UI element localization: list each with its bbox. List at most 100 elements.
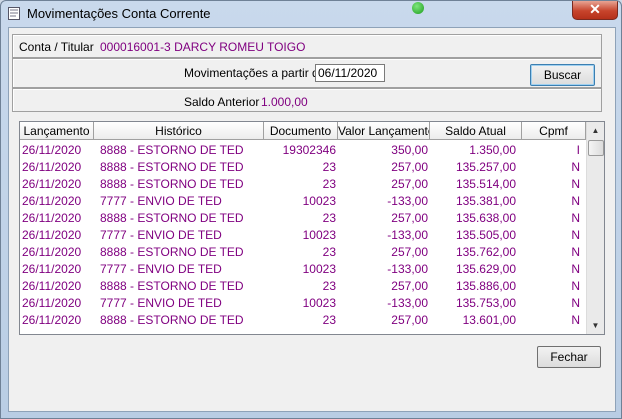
cell-historico: 8888 - ESTORNO DE TED: [100, 160, 244, 174]
grid-header: Lançamento Histórico Documento Valor Lan…: [20, 122, 586, 141]
cell-historico: 7777 - ENVIO DE TED: [100, 296, 222, 310]
cell-saldo: 135.629,00: [455, 262, 516, 276]
col-header-historico[interactable]: Histórico: [94, 122, 264, 140]
window: Movimentações Conta Corrente ✕ Conta / T…: [0, 0, 622, 419]
table-row[interactable]: 26/11/2020 8888 - ESTORNO DE TED 19302346 3…: [20, 142, 586, 159]
col-header-documento[interactable]: Documento: [264, 122, 338, 140]
cell-documento: 23: [322, 177, 336, 191]
cell-saldo: 135.257,00: [455, 160, 516, 174]
cell-valor: 257,00: [391, 160, 428, 174]
table-row[interactable]: 26/11/2020 7777 - ENVIO DE TED 10023 -133,0…: [20, 193, 586, 210]
cell-historico: 8888 - ESTORNO DE TED: [100, 211, 244, 225]
transactions-grid[interactable]: Lançamento Histórico Documento Valor Lan…: [19, 121, 605, 335]
search-button[interactable]: Buscar: [530, 64, 595, 86]
window-close-button[interactable]: ✕: [572, 1, 618, 20]
col-header-valor[interactable]: Valor Lançamento: [338, 122, 430, 140]
title-bar[interactable]: Movimentações Conta Corrente ✕: [1, 1, 621, 27]
scroll-down-icon[interactable]: ▼: [587, 317, 604, 334]
cell-cpmf: N: [571, 245, 580, 259]
app-icon: [8, 7, 20, 20]
cell-saldo: 13.601,00: [462, 313, 516, 327]
table-row[interactable]: 26/11/2020 8888 - ESTORNO DE TED 23 257,00 1…: [20, 159, 586, 176]
filter-panel: Movimentações a partir de: [12, 58, 602, 88]
cell-saldo: 135.762,00: [455, 245, 516, 259]
cell-historico: 8888 - ESTORNO DE TED: [100, 177, 244, 191]
cell-documento: 19302346: [282, 143, 336, 157]
table-row[interactable]: 26/11/2020 8888 - ESTORNO DE TED 23 257,00 1…: [20, 278, 586, 295]
cell-historico: 8888 - ESTORNO DE TED: [100, 313, 244, 327]
cell-valor: 257,00: [391, 211, 428, 225]
cell-lancamento: 26/11/2020: [22, 296, 82, 310]
start-date-field[interactable]: [315, 64, 385, 82]
table-row[interactable]: 26/11/2020 8888 - ESTORNO DE TED 23 257,00 1…: [20, 244, 586, 261]
cell-saldo: 135.514,00: [455, 177, 516, 191]
cell-valor: 257,00: [391, 245, 428, 259]
cell-documento: 10023: [302, 194, 336, 208]
cell-cpmf: I: [576, 143, 580, 157]
cell-cpmf: N: [571, 279, 580, 293]
cell-documento: 10023: [302, 228, 336, 242]
table-row[interactable]: 26/11/2020 7777 - ENVIO DE TED 10023 -133,0…: [20, 227, 586, 244]
client-area: Conta / Titular 000016001-3 DARCY ROMEU …: [8, 27, 616, 412]
cell-historico: 8888 - ESTORNO DE TED: [100, 279, 244, 293]
cell-lancamento: 26/11/2020: [22, 262, 82, 276]
cell-cpmf: N: [571, 177, 580, 191]
col-header-cpmf[interactable]: Cpmf: [522, 122, 586, 140]
cell-saldo: 1.350,00: [469, 143, 516, 157]
cell-valor: 257,00: [391, 313, 428, 327]
cell-valor: 257,00: [391, 279, 428, 293]
table-row[interactable]: 26/11/2020 8888 - ESTORNO DE TED 23 257,00 1…: [20, 312, 586, 329]
cell-saldo: 135.753,00: [455, 296, 516, 310]
cell-documento: 23: [322, 313, 336, 327]
cell-documento: 10023: [302, 296, 336, 310]
filter-label: Movimentações a partir de: [184, 66, 326, 80]
table-row[interactable]: 26/11/2020 8888 - ESTORNO DE TED 23 257,00 1…: [20, 176, 586, 193]
cell-cpmf: N: [571, 228, 580, 242]
cell-lancamento: 26/11/2020: [22, 177, 82, 191]
table-row[interactable]: 26/11/2020 7777 - ENVIO DE TED 10023 -133,0…: [20, 261, 586, 278]
cell-cpmf: N: [571, 262, 580, 276]
cell-lancamento: 26/11/2020: [22, 143, 82, 157]
cell-valor: 257,00: [391, 177, 428, 191]
cell-historico: 7777 - ENVIO DE TED: [100, 228, 222, 242]
cell-documento: 10023: [302, 262, 336, 276]
table-row[interactable]: 26/11/2020 7777 - ENVIO DE TED 10023 -133,0…: [20, 295, 586, 312]
cell-documento: 23: [322, 279, 336, 293]
cell-cpmf: N: [571, 296, 580, 310]
cell-valor: -133,00: [387, 194, 428, 208]
cell-saldo: 135.638,00: [455, 211, 516, 225]
cell-lancamento: 26/11/2020: [22, 313, 82, 327]
balance-value: 1.000,00: [261, 95, 308, 109]
cell-documento: 23: [322, 211, 336, 225]
cell-saldo: 135.381,00: [455, 194, 516, 208]
cell-cpmf: N: [571, 313, 580, 327]
account-panel: Conta / Titular 000016001-3 DARCY ROMEU …: [12, 34, 602, 58]
cell-documento: 23: [322, 160, 336, 174]
cell-valor: -133,00: [387, 262, 428, 276]
scroll-thumb[interactable]: [588, 140, 604, 156]
cell-historico: 7777 - ENVIO DE TED: [100, 194, 222, 208]
balance-panel: Saldo Anterior 1.000,00: [12, 88, 602, 112]
cell-saldo: 135.886,00: [455, 279, 516, 293]
cell-documento: 23: [322, 245, 336, 259]
account-value: 000016001-3 DARCY ROMEU TOIGO: [100, 40, 306, 54]
cell-cpmf: N: [571, 211, 580, 225]
table-row[interactable]: 26/11/2020 8888 - ESTORNO DE TED 23 257,00 1…: [20, 210, 586, 227]
cell-historico: 8888 - ESTORNO DE TED: [100, 245, 244, 259]
close-button[interactable]: Fechar: [537, 346, 601, 368]
cell-saldo: 135.505,00: [455, 228, 516, 242]
col-header-lancamento[interactable]: Lançamento: [20, 122, 94, 140]
cell-lancamento: 26/11/2020: [22, 211, 82, 225]
status-light-icon: [405, 1, 431, 17]
cell-valor: -133,00: [387, 228, 428, 242]
col-header-saldo[interactable]: Saldo Atual: [430, 122, 522, 140]
cell-lancamento: 26/11/2020: [22, 245, 82, 259]
cell-historico: 7777 - ENVIO DE TED: [100, 262, 222, 276]
cell-cpmf: N: [571, 194, 580, 208]
vertical-scrollbar[interactable]: ▲ ▼: [586, 122, 604, 334]
cell-historico: 8888 - ESTORNO DE TED: [100, 143, 244, 157]
window-title: Movimentações Conta Corrente: [27, 6, 211, 21]
scroll-up-icon[interactable]: ▲: [587, 122, 604, 139]
cell-lancamento: 26/11/2020: [22, 160, 82, 174]
account-label: Conta / Titular: [19, 40, 94, 54]
